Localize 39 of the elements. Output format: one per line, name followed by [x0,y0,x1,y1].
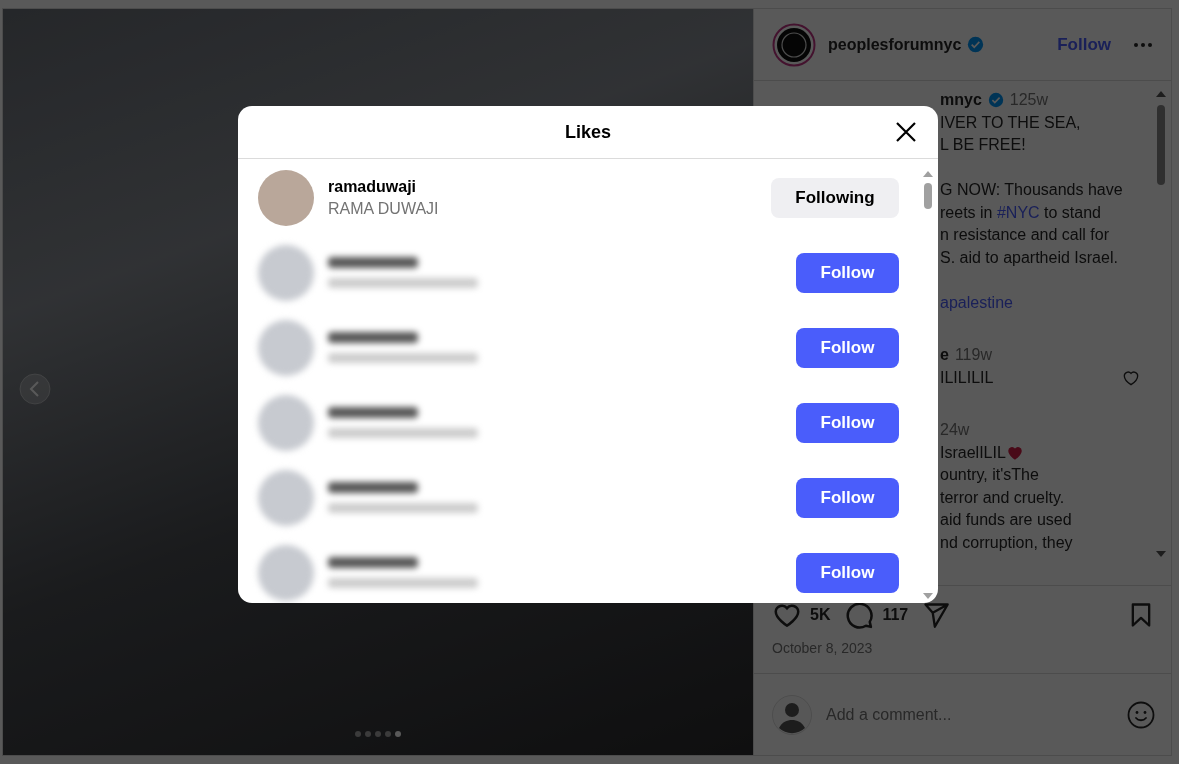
commenter-username[interactable]: mnyc [940,89,982,112]
comment-text: S. aid to apartheid Israel. [940,247,1118,268]
comment-text: n resistance and call for [940,225,1109,245]
follow-button[interactable]: Follow [796,327,899,368]
comment-text: IVER TO THE SEA, [940,112,1081,133]
comment-text: G NOW: Thousands have [940,180,1123,200]
close-icon[interactable] [894,120,918,144]
carousel-dot[interactable] [385,731,391,737]
avatar-silhouette-icon [772,694,812,735]
comment-text: terror and cruelty. [940,487,1065,508]
liker-username[interactable]: ramaduwaji [328,177,757,196]
comment-text: L BE FREE! [940,135,1026,155]
comment-text: aid funds are used [940,510,1072,530]
follow-button[interactable]: Follow [796,402,899,443]
carousel-dot[interactable] [375,731,381,737]
follow-button[interactable]: Follow [796,252,899,293]
commenter-username[interactable]: e [940,344,949,367]
comment-text: to stand [1043,202,1101,223]
comment-icon[interactable] [844,600,875,630]
liker-full-name: RAMA DUWAJI [328,199,440,218]
comment-text: ILILILIL [940,367,994,388]
comment-text: ountry, it'sThe [940,465,1039,485]
comment-text: nd corruption, they [940,532,1073,553]
comment-text: reets in [940,202,994,223]
carousel-dot[interactable] [395,731,401,737]
carousel-dot[interactable] [365,731,371,737]
comment-text: IsraelILIL [940,442,1006,463]
dialog-title: Likes [565,121,611,143]
verified-badge-icon [987,92,1004,109]
follow-button[interactable]: Follow [796,552,899,593]
send-icon[interactable] [922,601,951,629]
carousel-dot[interactable] [355,731,361,737]
emoji-icon[interactable] [1127,700,1155,729]
follow-button[interactable]: Follow [796,477,899,518]
like-count: 5K [810,606,831,624]
comment-count: 117 [882,606,909,624]
profile-logo-icon[interactable] [772,22,816,67]
following-button[interactable]: Following [771,177,899,218]
username[interactable]: peoplesforumnyc [828,35,962,54]
